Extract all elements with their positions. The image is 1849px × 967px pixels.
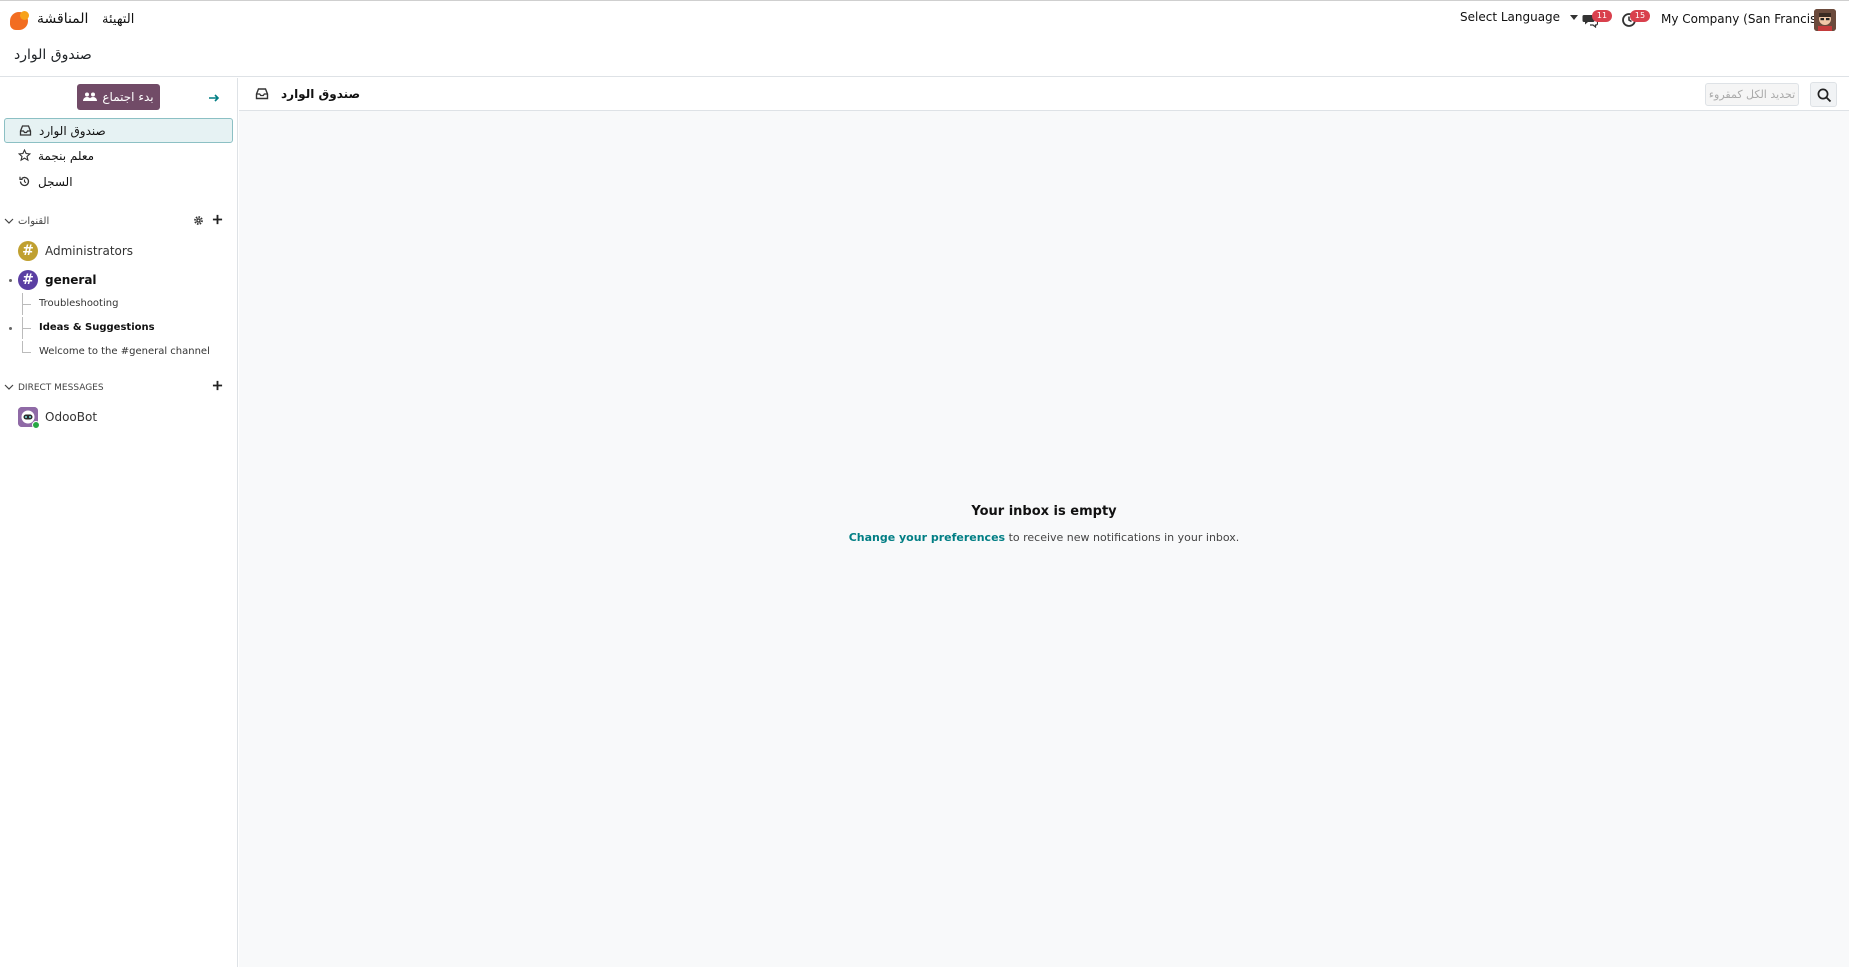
mailbox-inbox[interactable]: صندوق الوارد <box>4 118 233 143</box>
sub-channel-label: Ideas & Suggestions <box>39 322 155 333</box>
company-switcher[interactable]: My Company (San Francisco) <box>1661 12 1835 26</box>
dm-odoobot[interactable]: OdooBot <box>0 405 238 429</box>
category-direct-messages[interactable]: DIRECT MESSAGES <box>0 378 238 398</box>
star-icon <box>18 149 31 162</box>
control-panel: صندوق الوارد <box>0 37 1849 77</box>
empty-inbox-text: to receive new notifications in your inb… <box>1005 531 1240 544</box>
channel-label: general <box>45 273 97 287</box>
tree-branch <box>22 317 31 329</box>
change-preferences-link[interactable]: Change your preferences <box>849 531 1005 544</box>
discuss-sidebar: بدء اجتماع صندوق الوارد معلم بنجمة السجل… <box>0 78 238 967</box>
channel-administrators[interactable]: # Administrators <box>0 239 238 263</box>
channel-general[interactable]: # general <box>0 268 238 292</box>
start-meeting-label: بدء اجتماع <box>102 90 154 104</box>
hashtag-icon: # <box>18 241 38 261</box>
chevron-down-icon[interactable] <box>1570 15 1578 20</box>
add-dm-icon[interactable] <box>212 380 223 391</box>
mailbox-starred[interactable]: معلم بنجمة <box>4 144 233 169</box>
empty-inbox-message: Change your preferences to receive new n… <box>239 531 1849 544</box>
inbox-icon <box>255 88 269 100</box>
top-navbar: المناقشة التهيئة Select Language 11 15 M… <box>0 1 1849 37</box>
sub-channel-troubleshooting[interactable]: Troubleshooting <box>0 293 238 315</box>
search-button[interactable] <box>1810 82 1837 107</box>
empty-inbox-title: Your inbox is empty <box>971 504 1117 519</box>
online-status-icon <box>32 421 40 429</box>
mailbox-label: صندوق الوارد <box>39 124 106 138</box>
arrow-right-icon[interactable] <box>207 92 221 104</box>
user-avatar[interactable] <box>1814 9 1836 31</box>
users-icon <box>83 92 98 101</box>
config-menu[interactable]: التهيئة <box>102 12 134 27</box>
mailbox-history[interactable]: السجل <box>4 170 233 195</box>
thread-title: صندوق الوارد <box>281 87 361 101</box>
tree-branch <box>22 341 31 353</box>
language-select[interactable]: Select Language <box>1460 10 1560 24</box>
search-icon <box>1817 88 1832 103</box>
thread-header: صندوق الوارد تحديد الكل كمقروء <box>239 78 1849 111</box>
tree-branch <box>22 293 31 305</box>
category-channels[interactable]: القنوات <box>0 212 238 232</box>
discuss-app-icon[interactable] <box>10 11 29 30</box>
inbox-icon <box>19 125 32 136</box>
mailbox-label: السجل <box>38 175 73 189</box>
mark-all-read-button[interactable]: تحديد الكل كمقروء <box>1705 83 1799 106</box>
unread-dot <box>9 327 12 330</box>
hashtag-icon: # <box>18 270 38 290</box>
thread-panel: صندوق الوارد تحديد الكل كمقروء Your inbo… <box>239 78 1849 967</box>
chevron-down-icon[interactable] <box>4 216 14 226</box>
sub-channel-label: Welcome to the #general channel <box>39 346 210 357</box>
category-label: القنوات <box>18 216 50 227</box>
history-icon <box>19 176 30 187</box>
messages-badge: 11 <box>1592 10 1612 22</box>
sub-channel-ideas[interactable]: Ideas & Suggestions <box>0 317 238 339</box>
dm-label: OdooBot <box>45 410 98 424</box>
unread-dot <box>9 279 12 282</box>
add-channel-icon[interactable] <box>212 214 223 225</box>
category-label: DIRECT MESSAGES <box>18 383 104 393</box>
breadcrumb: صندوق الوارد <box>14 47 92 63</box>
start-meeting-button[interactable]: بدء اجتماع <box>77 84 160 110</box>
gear-icon[interactable] <box>193 215 204 226</box>
activities-badge: 15 <box>1630 10 1650 22</box>
app-name[interactable]: المناقشة <box>37 11 88 27</box>
chevron-down-icon[interactable] <box>4 382 14 392</box>
sub-channel-label: Troubleshooting <box>39 298 119 309</box>
mailbox-label: معلم بنجمة <box>38 149 95 163</box>
channel-label: Administrators <box>45 244 134 258</box>
sub-channel-welcome[interactable]: Welcome to the #general channel <box>0 341 238 363</box>
